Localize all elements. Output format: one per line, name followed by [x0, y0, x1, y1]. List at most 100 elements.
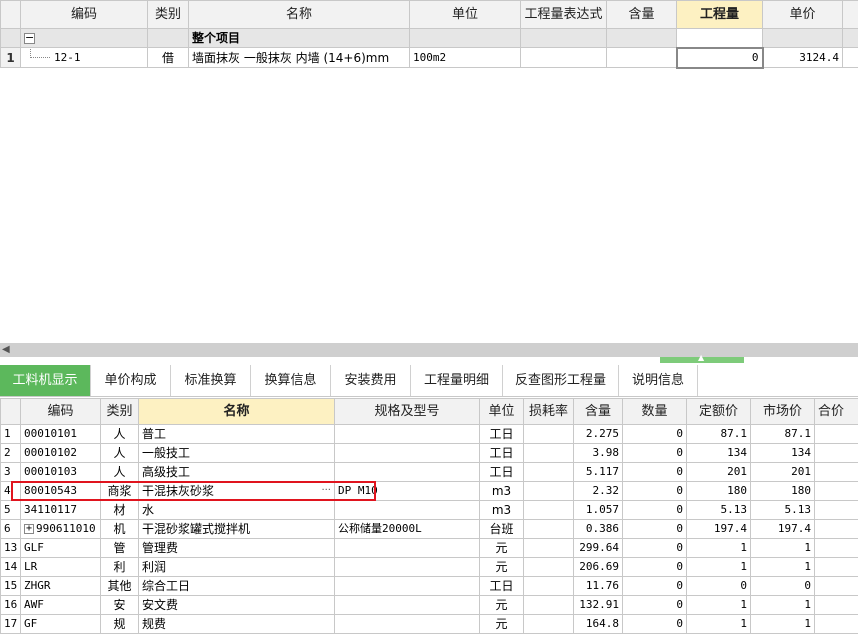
col-header-name[interactable]: 名称: [138, 398, 335, 425]
material-code-cell[interactable]: ZHGR: [20, 576, 101, 596]
material-total-cell[interactable]: [814, 500, 858, 520]
material-total-cell[interactable]: [814, 614, 858, 634]
material-total-cell[interactable]: [814, 519, 858, 539]
item-code-cell[interactable]: 12-1: [20, 47, 148, 68]
material-content-cell[interactable]: 11.76: [573, 576, 623, 596]
material-code-cell[interactable]: GF: [20, 614, 101, 634]
material-unit-cell[interactable]: m3: [479, 500, 524, 520]
material-loss-cell[interactable]: [523, 519, 574, 539]
material-name-cell[interactable]: 高级技工: [138, 462, 335, 482]
material-quota-price-cell[interactable]: 1: [686, 538, 751, 558]
material-unit-cell[interactable]: 元: [479, 538, 524, 558]
horizontal-scrollbar[interactable]: ◀: [0, 343, 858, 357]
tab-unit-price-composition[interactable]: 单价构成: [91, 365, 171, 396]
material-total-cell[interactable]: [814, 538, 858, 558]
splitter-handle[interactable]: ▲: [660, 353, 744, 363]
material-spec-cell[interactable]: [334, 500, 480, 520]
material-name-cell[interactable]: 普工: [138, 424, 335, 444]
table-row[interactable]: 5 34110117 材水 m3 1.057 0 5.13 5.13: [0, 500, 858, 520]
material-quantity-cell[interactable]: 0: [622, 481, 687, 501]
material-name-cell[interactable]: 干混砂浆罐式搅拌机: [138, 519, 335, 539]
material-code-cell[interactable]: +990611010: [20, 519, 101, 539]
item-type-cell[interactable]: 借: [147, 47, 189, 68]
material-quantity-cell[interactable]: 0: [622, 500, 687, 520]
material-quantity-cell[interactable]: 0: [622, 576, 687, 596]
material-loss-cell[interactable]: [523, 576, 574, 596]
material-name-cell[interactable]: 利润: [138, 557, 335, 577]
col-header-spec[interactable]: 规格及型号: [334, 398, 480, 425]
table-row[interactable]: 4 80010543 商浆 ··· 干混抹灰砂浆 DP M10 m3 2.32 0 180 180: [0, 481, 858, 501]
material-unit-cell[interactable]: 台班: [479, 519, 524, 539]
material-code-cell[interactable]: 00010102: [20, 443, 101, 463]
material-unit-cell[interactable]: 工日: [479, 424, 524, 444]
material-total-cell[interactable]: [814, 424, 858, 444]
item-price-cell[interactable]: 3124.4: [762, 47, 843, 68]
collapse-icon[interactable]: −: [24, 32, 35, 44]
material-total-cell[interactable]: [814, 462, 858, 482]
table-row[interactable]: 1 00010101 人普工 工日 2.275 0 87.1 87.1: [0, 424, 858, 444]
material-content-cell[interactable]: 2.275: [573, 424, 623, 444]
material-name-cell[interactable]: 一般技工: [138, 443, 335, 463]
group-toggle-cell[interactable]: −: [20, 28, 148, 48]
material-content-cell[interactable]: 299.64: [573, 538, 623, 558]
col-header-unit[interactable]: 单位: [409, 0, 521, 29]
material-quota-price-cell[interactable]: 87.1: [686, 424, 751, 444]
material-name-cell[interactable]: 水: [138, 500, 335, 520]
material-quantity-cell[interactable]: 0: [622, 538, 687, 558]
table-row[interactable]: 3 00010103 人高级技工 工日 5.117 0 201 201: [0, 462, 858, 482]
material-loss-cell[interactable]: [523, 424, 574, 444]
material-loss-cell[interactable]: [523, 614, 574, 634]
material-type-cell[interactable]: 人: [100, 424, 139, 444]
material-spec-cell[interactable]: [334, 538, 480, 558]
material-type-cell[interactable]: 利: [100, 557, 139, 577]
material-content-cell[interactable]: 206.69: [573, 557, 623, 577]
tab-installation-cost[interactable]: 安装费用: [331, 365, 411, 396]
col-header-unit[interactable]: 单位: [479, 398, 524, 425]
material-spec-cell[interactable]: [334, 462, 480, 482]
material-content-cell[interactable]: 164.8: [573, 614, 623, 634]
ellipsis-button[interactable]: ···: [321, 483, 331, 500]
material-market-price-cell[interactable]: 201: [750, 462, 815, 482]
table-row[interactable]: 2 00010102 人一般技工 工日 3.98 0 134 134: [0, 443, 858, 463]
material-loss-cell[interactable]: [523, 595, 574, 615]
material-type-cell[interactable]: 机: [100, 519, 139, 539]
material-quota-price-cell[interactable]: 197.4: [686, 519, 751, 539]
material-code-cell[interactable]: LR: [20, 557, 101, 577]
material-loss-cell[interactable]: [523, 500, 574, 520]
material-quantity-cell[interactable]: 0: [622, 462, 687, 482]
material-code-cell[interactable]: 00010103: [20, 462, 101, 482]
table-row[interactable]: 6 +990611010 机干混砂浆罐式搅拌机 公称储量20000L 台班 0.386 0 1…: [0, 519, 858, 539]
table-row[interactable]: 15 ZHGR 其他 综合工日 工日 11.76 0 0 0: [0, 576, 858, 596]
material-unit-cell[interactable]: m3: [479, 481, 524, 501]
material-spec-cell[interactable]: 公称储量20000L: [334, 519, 480, 539]
material-total-cell[interactable]: [814, 595, 858, 615]
item-name-cell[interactable]: 墙面抹灰 一般抹灰 内墙 (14+6)mm: [188, 47, 410, 68]
table-row[interactable]: 16 AWF 安安文费元 132.91 0 1 1: [0, 595, 858, 615]
material-loss-cell[interactable]: [523, 462, 574, 482]
material-market-price-cell[interactable]: 134: [750, 443, 815, 463]
material-market-price-cell[interactable]: 0: [750, 576, 815, 596]
material-spec-cell[interactable]: [334, 614, 480, 634]
material-content-cell[interactable]: 5.117: [573, 462, 623, 482]
col-header-quota-price[interactable]: 定额价: [686, 398, 751, 425]
material-market-price-cell[interactable]: 1: [750, 614, 815, 634]
material-name-cell[interactable]: 规费: [138, 614, 335, 634]
material-spec-cell[interactable]: [334, 595, 480, 615]
material-unit-cell[interactable]: 工日: [479, 462, 524, 482]
item-quantity-cell[interactable]: 0: [675, 46, 764, 69]
tab-reverse-graphic-quantity[interactable]: 反查图形工程量: [503, 365, 619, 396]
tab-material-display[interactable]: 工料机显示: [0, 365, 91, 396]
col-header-quantity[interactable]: 数量: [622, 398, 687, 425]
material-total-cell[interactable]: [814, 576, 858, 596]
table-row[interactable]: 13 GLF 管管理费元 299.64 0 1 1: [0, 538, 858, 558]
col-header-name[interactable]: 名称: [188, 0, 410, 29]
material-quantity-cell[interactable]: 0: [622, 443, 687, 463]
material-quota-price-cell[interactable]: 5.13: [686, 500, 751, 520]
col-header-code[interactable]: 编码: [20, 398, 101, 425]
material-content-cell[interactable]: 2.32: [573, 481, 623, 501]
table-row[interactable]: 14 LR 利利润元 206.69 0 1 1: [0, 557, 858, 577]
material-code-cell[interactable]: GLF: [20, 538, 101, 558]
material-unit-cell[interactable]: 元: [479, 595, 524, 615]
item-unit-cell[interactable]: 100m2: [409, 47, 521, 68]
material-unit-cell[interactable]: 工日: [479, 443, 524, 463]
